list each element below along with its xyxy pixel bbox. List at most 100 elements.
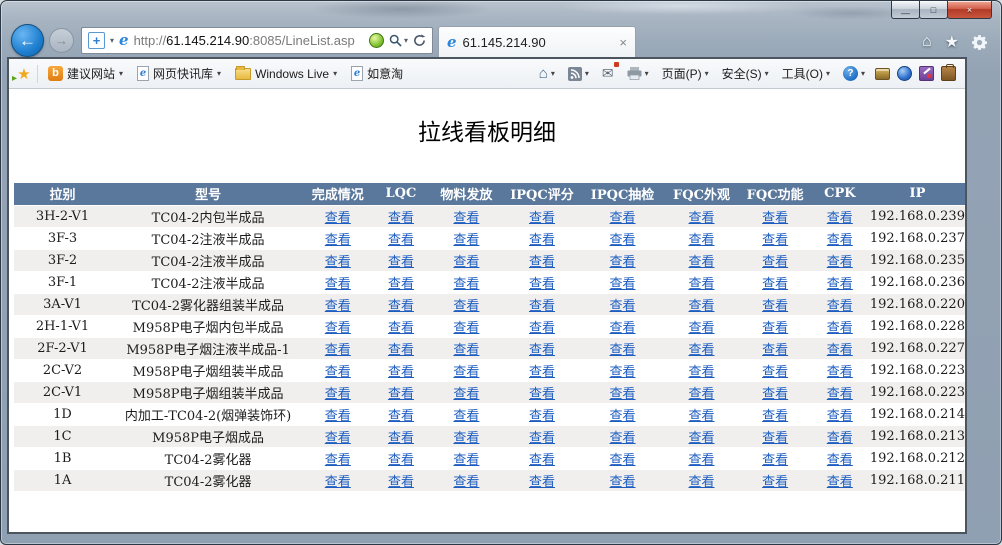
view-link[interactable]: 查看 — [827, 233, 853, 248]
view-link[interactable]: 查看 — [325, 475, 351, 490]
view-link[interactable]: 查看 — [762, 233, 788, 248]
view-link[interactable]: 查看 — [610, 343, 636, 358]
view-link[interactable]: 查看 — [529, 211, 555, 226]
tab-close-icon[interactable]: × — [619, 35, 627, 50]
view-link[interactable]: 查看 — [610, 453, 636, 468]
view-link[interactable]: 查看 — [610, 211, 636, 226]
view-link[interactable]: 查看 — [827, 431, 853, 446]
safety-menu[interactable]: 安全(S)▾ — [719, 63, 772, 84]
view-link[interactable]: 查看 — [762, 211, 788, 226]
view-link[interactable]: 查看 — [453, 321, 479, 336]
view-link[interactable]: 查看 — [529, 409, 555, 424]
view-link[interactable]: 查看 — [762, 277, 788, 292]
view-link[interactable]: 查看 — [827, 343, 853, 358]
view-link[interactable]: 查看 — [453, 431, 479, 446]
close-button[interactable]: × — [947, 1, 992, 19]
view-link[interactable]: 查看 — [688, 365, 714, 380]
view-link[interactable]: 查看 — [762, 365, 788, 380]
view-link[interactable]: 查看 — [325, 321, 351, 336]
view-link[interactable]: 查看 — [827, 475, 853, 490]
view-link[interactable]: 查看 — [325, 365, 351, 380]
view-link[interactable]: 查看 — [388, 299, 414, 314]
back-button[interactable]: ← — [11, 24, 44, 57]
view-link[interactable]: 查看 — [610, 321, 636, 336]
view-link[interactable]: 查看 — [762, 299, 788, 314]
page-menu[interactable]: 页面(P)▾ — [659, 63, 712, 84]
view-link[interactable]: 查看 — [453, 299, 479, 314]
minimize-button[interactable]: — — [891, 1, 920, 19]
view-link[interactable]: 查看 — [688, 343, 714, 358]
feeds-button[interactable]: ▾ — [565, 65, 592, 83]
favorites-item[interactable]: Windows Live▾ — [228, 65, 344, 83]
briefcase-icon[interactable] — [941, 66, 956, 81]
home-menu-button[interactable]: ⌂▾ — [536, 64, 558, 83]
view-link[interactable]: 查看 — [762, 255, 788, 270]
view-link[interactable]: 查看 — [529, 365, 555, 380]
view-link[interactable]: 查看 — [325, 211, 351, 226]
view-link[interactable]: 查看 — [325, 409, 351, 424]
favorites-item[interactable]: e如意淘 — [344, 63, 410, 84]
view-link[interactable]: 查看 — [610, 409, 636, 424]
search-button[interactable]: ▾ — [389, 34, 408, 47]
add-to-favorites-button[interactable]: ★▸ — [14, 65, 34, 83]
mail-button[interactable]: ✉ — [599, 63, 617, 84]
view-link[interactable]: 查看 — [762, 321, 788, 336]
favorites-item[interactable]: b建议网站▾ — [41, 63, 130, 84]
view-link[interactable]: 查看 — [453, 409, 479, 424]
view-link[interactable]: 查看 — [529, 321, 555, 336]
view-link[interactable]: 查看 — [827, 299, 853, 314]
site-list-button[interactable]: + — [88, 32, 105, 49]
view-link[interactable]: 查看 — [688, 431, 714, 446]
view-link[interactable]: 查看 — [688, 453, 714, 468]
view-link[interactable]: 查看 — [688, 299, 714, 314]
view-link[interactable]: 查看 — [453, 211, 479, 226]
maximize-button[interactable]: □ — [919, 1, 948, 19]
view-link[interactable]: 查看 — [388, 409, 414, 424]
view-link[interactable]: 查看 — [453, 255, 479, 270]
view-link[interactable]: 查看 — [610, 365, 636, 380]
view-link[interactable]: 查看 — [610, 431, 636, 446]
view-link[interactable]: 查看 — [529, 453, 555, 468]
view-link[interactable]: 查看 — [453, 233, 479, 248]
view-link[interactable]: 查看 — [610, 233, 636, 248]
addon-icon[interactable] — [369, 33, 384, 48]
view-link[interactable]: 查看 — [325, 233, 351, 248]
refresh-button[interactable] — [413, 34, 426, 47]
view-link[interactable]: 查看 — [388, 475, 414, 490]
globe-icon[interactable] — [897, 66, 912, 81]
view-link[interactable]: 查看 — [762, 453, 788, 468]
view-link[interactable]: 查看 — [325, 387, 351, 402]
view-link[interactable]: 查看 — [762, 475, 788, 490]
view-link[interactable]: 查看 — [325, 277, 351, 292]
view-link[interactable]: 查看 — [325, 453, 351, 468]
view-link[interactable]: 查看 — [610, 255, 636, 270]
view-link[interactable]: 查看 — [688, 387, 714, 402]
view-link[interactable]: 查看 — [388, 321, 414, 336]
translate-icon[interactable] — [919, 66, 934, 81]
view-link[interactable]: 查看 — [827, 387, 853, 402]
print-button[interactable]: ▾ — [624, 65, 652, 82]
view-link[interactable]: 查看 — [610, 387, 636, 402]
favorites-star-icon[interactable]: ★ — [945, 32, 959, 52]
view-link[interactable]: 查看 — [529, 387, 555, 402]
view-link[interactable]: 查看 — [529, 475, 555, 490]
view-link[interactable]: 查看 — [610, 277, 636, 292]
view-link[interactable]: 查看 — [529, 277, 555, 292]
view-link[interactable]: 查看 — [688, 475, 714, 490]
view-link[interactable]: 查看 — [388, 233, 414, 248]
view-link[interactable]: 查看 — [453, 387, 479, 402]
view-link[interactable]: 查看 — [388, 365, 414, 380]
chevron-down-icon[interactable]: ▾ — [110, 36, 114, 45]
view-link[interactable]: 查看 — [762, 343, 788, 358]
tools-menu[interactable]: 工具(O)▾ — [779, 63, 833, 84]
gear-icon[interactable] — [972, 35, 987, 50]
view-link[interactable]: 查看 — [529, 233, 555, 248]
view-link[interactable]: 查看 — [827, 255, 853, 270]
view-link[interactable]: 查看 — [827, 453, 853, 468]
view-link[interactable]: 查看 — [688, 233, 714, 248]
forward-button[interactable]: → — [49, 28, 74, 53]
view-link[interactable]: 查看 — [388, 277, 414, 292]
view-link[interactable]: 查看 — [610, 475, 636, 490]
view-link[interactable]: 查看 — [388, 255, 414, 270]
view-link[interactable]: 查看 — [453, 365, 479, 380]
